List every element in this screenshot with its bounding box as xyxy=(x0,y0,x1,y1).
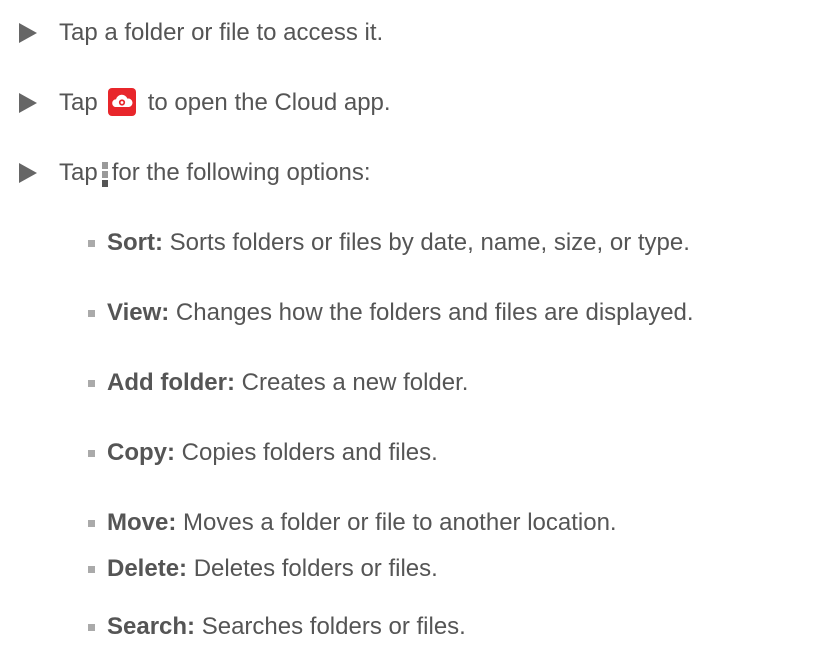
option-description: Searches folders or files. xyxy=(201,613,466,640)
menu-icon-segment xyxy=(101,170,108,178)
option-label: Delete: xyxy=(107,555,188,582)
option-text: Move: Moves a folder or file to another … xyxy=(107,509,617,537)
option-description: Changes how the folders and files are di… xyxy=(175,299,694,326)
arrow-bullet-icon xyxy=(19,163,37,183)
option-description: Deletes folders or files. xyxy=(193,555,438,582)
step-content: Tap to open the Cloud app. xyxy=(59,88,391,117)
square-bullet-icon xyxy=(88,379,95,387)
option-description: Moves a folder or file to another locati… xyxy=(183,509,617,536)
step-text-after: to open the Cloud app. xyxy=(147,89,391,116)
step-content: Tap for the following options: xyxy=(59,159,371,187)
arrow-bullet-icon xyxy=(19,93,37,113)
square-bullet-icon xyxy=(88,309,95,317)
option-description: Creates a new folder. xyxy=(241,369,469,396)
menu-icon-segment xyxy=(101,161,108,169)
step-text-after: for the following options: xyxy=(111,159,371,186)
step-text-before: Tap xyxy=(59,159,98,186)
menu-icon xyxy=(101,161,108,187)
square-bullet-icon xyxy=(88,565,95,573)
option-label: Sort: xyxy=(107,229,163,256)
option-label: Move: xyxy=(107,509,177,536)
option-label: View: xyxy=(107,299,170,326)
option-description: Sorts folders or files by date, name, si… xyxy=(169,229,690,256)
option-text: Search: Searches folders or files. xyxy=(107,613,466,641)
square-bullet-icon xyxy=(88,449,95,457)
option-label: Copy: xyxy=(107,439,175,466)
option-text: Add folder: Creates a new folder. xyxy=(107,369,468,397)
square-bullet-icon xyxy=(88,623,95,631)
square-bullet-icon xyxy=(88,239,95,247)
option-text: Sort: Sorts folders or files by date, na… xyxy=(107,229,690,257)
option-label: Add folder: xyxy=(107,369,235,396)
option-description: Copies folders and files. xyxy=(181,439,438,466)
option-text: Delete: Deletes folders or files. xyxy=(107,555,438,583)
option-text: View: Changes how the folders and files … xyxy=(107,299,694,327)
square-bullet-icon xyxy=(88,519,95,527)
arrow-bullet-icon xyxy=(19,23,37,43)
step-text-before: Tap xyxy=(59,89,98,116)
option-label: Search: xyxy=(107,613,196,640)
cloud-app-icon xyxy=(107,88,136,116)
option-text: Copy: Copies folders and files. xyxy=(107,439,438,467)
step-text: Tap a folder or file to access it. xyxy=(59,19,384,46)
menu-icon-segment xyxy=(101,179,108,187)
